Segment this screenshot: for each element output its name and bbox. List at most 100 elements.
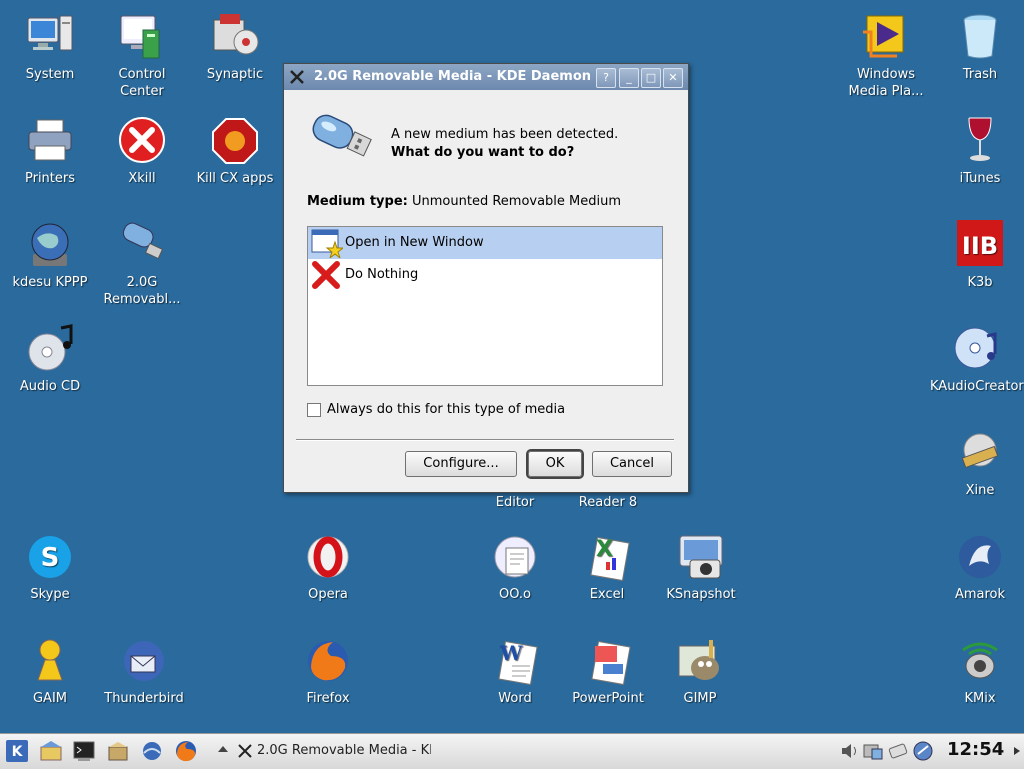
desktop-icon-opera[interactable]: Opera bbox=[282, 532, 374, 603]
usb-drive-icon bbox=[312, 114, 372, 157]
taskbar-task-removable-media[interactable]: 2.0G Removable Media - KDE bbox=[235, 737, 431, 765]
desktop-icon-label: KAudioCreator bbox=[930, 379, 1024, 394]
chevron-right-icon[interactable] bbox=[1013, 746, 1021, 756]
desktop-icon-removable[interactable]: 2.0G Removabl... bbox=[96, 220, 188, 308]
desktop-icon-word[interactable]: W Word bbox=[469, 636, 561, 707]
xkill-icon bbox=[119, 117, 165, 163]
desktop-icon-label: GAIM bbox=[32, 691, 68, 706]
firefox-icon[interactable] bbox=[174, 739, 198, 763]
taskbar: K 2.0G Removable Media - KDE 12:54 bbox=[0, 733, 1024, 769]
detected-message: A new medium has been detected. bbox=[391, 127, 619, 142]
computer-icon bbox=[27, 15, 73, 51]
desktop-icon-wmp[interactable]: Windows Media Pla... bbox=[840, 12, 932, 100]
eject-arrow-icon[interactable] bbox=[217, 745, 229, 755]
amarok-icon bbox=[959, 536, 1001, 578]
always-do-this-checkbox[interactable] bbox=[307, 402, 321, 417]
desktop-icon-xine[interactable]: Xine bbox=[934, 428, 1024, 499]
desktop-icon-gaim[interactable]: GAIM bbox=[4, 636, 96, 707]
desktop-icon-label: GIMP bbox=[683, 691, 717, 706]
terminal-icon[interactable] bbox=[72, 739, 96, 763]
desktop-icon-excel[interactable]: X Excel bbox=[561, 532, 653, 603]
desktop-icon-kaudiocreator[interactable]: KAudioCreator bbox=[930, 324, 1024, 395]
svg-text:K: K bbox=[12, 744, 24, 760]
kaudiocreator-icon bbox=[954, 327, 997, 369]
desktop-icon-label: Opera bbox=[308, 587, 348, 602]
thunderbird-icon bbox=[124, 641, 164, 681]
network-tray-icon[interactable] bbox=[887, 741, 909, 761]
desktop-icon-itunes[interactable]: iTunes bbox=[934, 116, 1024, 187]
list-item-do-nothing[interactable]: Do Nothing bbox=[308, 259, 662, 291]
x-window-icon bbox=[238, 744, 252, 758]
desktop-icon-label: Kill CX apps bbox=[196, 171, 274, 186]
always-do-this-row[interactable]: Always do this for this type of media bbox=[307, 402, 565, 417]
help-button[interactable]: ? bbox=[596, 68, 616, 88]
configure-button[interactable]: Configure... bbox=[405, 451, 517, 477]
x-window-icon bbox=[290, 70, 304, 84]
dialog-titlebar[interactable]: 2.0G Removable Media - KDE Daemon ? _ □ … bbox=[284, 64, 688, 90]
desktop-icon-audio-cd[interactable]: Audio CD bbox=[4, 324, 96, 395]
desktop-icon-label: Skype bbox=[30, 587, 70, 602]
desktop-icon-label: Control Center bbox=[118, 67, 166, 99]
desktop-icon-powerpoint[interactable]: PowerPoint bbox=[562, 636, 654, 707]
speaker-icon bbox=[962, 642, 998, 679]
medium-type-label: Medium type: bbox=[307, 194, 408, 209]
media-player-icon bbox=[863, 15, 904, 58]
desktop-icon-thunderbird[interactable]: Thunderbird bbox=[98, 636, 190, 707]
maximize-button[interactable]: □ bbox=[641, 68, 661, 88]
kde-menu-icon[interactable]: K bbox=[5, 739, 29, 763]
desktop-icon-label: OO.o bbox=[498, 587, 532, 602]
desktop-icon-k3b[interactable]: IIB K3b bbox=[934, 220, 1024, 291]
desktop-icon-amarok[interactable]: Amarok bbox=[934, 532, 1024, 603]
close-button[interactable]: ✕ bbox=[663, 68, 683, 88]
stop-sign-icon bbox=[212, 118, 258, 164]
taskbar-clock[interactable]: 12:54 bbox=[947, 739, 1004, 760]
desktop-icon-control-center[interactable]: Control Center bbox=[96, 12, 188, 100]
desktop-icon-ksnapshot[interactable]: KSnapshot bbox=[655, 532, 747, 603]
always-do-this-label: Always do this for this type of media bbox=[327, 402, 566, 417]
powerpoint-icon bbox=[591, 640, 631, 686]
volume-icon[interactable] bbox=[840, 741, 860, 761]
desktop-icon-label: Trash bbox=[962, 67, 998, 82]
desktop-icon-kill-cx[interactable]: Kill CX apps bbox=[189, 116, 281, 187]
desktop-icon-printers[interactable]: Printers bbox=[4, 116, 96, 187]
desktop-icon-firefox[interactable]: Firefox bbox=[282, 636, 374, 707]
desktop-icon-gimp[interactable]: GIMP bbox=[654, 636, 746, 707]
desktop-icon-system[interactable]: System bbox=[4, 12, 96, 83]
desktop-icon-kmix[interactable]: KMix bbox=[934, 636, 1024, 707]
desktop-icon-trash[interactable]: Trash bbox=[934, 12, 1024, 83]
removable-media-tray-icon[interactable] bbox=[862, 741, 884, 761]
openoffice-icon bbox=[494, 536, 536, 578]
desktop-icon-label: K3b bbox=[967, 275, 993, 290]
desktop-icon-xkill[interactable]: Xkill bbox=[96, 116, 188, 187]
package-icon[interactable] bbox=[106, 739, 130, 763]
excel-icon: X bbox=[590, 536, 630, 582]
svg-text:S: S bbox=[41, 543, 60, 573]
cancel-button[interactable]: Cancel bbox=[592, 451, 672, 477]
red-x-icon bbox=[312, 261, 340, 289]
desktop-icon-editor[interactable]: Editor bbox=[469, 494, 561, 511]
desktop-icon-skype[interactable]: S Skype bbox=[4, 532, 96, 603]
list-item-open-new-window[interactable]: Open in New Window bbox=[308, 227, 662, 259]
desktop-icon-reader8[interactable]: Reader 8 bbox=[562, 494, 654, 511]
action-list[interactable]: Open in New Window Do Nothing bbox=[307, 226, 663, 386]
gaim-icon bbox=[37, 639, 63, 681]
desktop-icon-label: KMix bbox=[964, 691, 996, 706]
gimp-icon bbox=[678, 640, 719, 680]
desktop-icon-label: Amarok bbox=[954, 587, 1006, 602]
camera-icon bbox=[679, 535, 723, 579]
desktop-icon-ooo[interactable]: OO.o bbox=[469, 532, 561, 603]
desktop-icon-label: Printers bbox=[24, 171, 76, 186]
desktop-icon-label: Word bbox=[498, 691, 532, 706]
desktop-icon-kdesu-kppp[interactable]: kdesu KPPP bbox=[4, 220, 96, 291]
desktop-icon-synaptic[interactable]: Synaptic bbox=[189, 12, 281, 83]
network-icon[interactable] bbox=[140, 739, 164, 763]
desktop-icon-label: Excel bbox=[589, 587, 625, 602]
list-item-label: Do Nothing bbox=[345, 267, 419, 282]
update-tray-icon[interactable] bbox=[912, 740, 934, 762]
desktop-icon-label: Audio CD bbox=[19, 379, 81, 394]
minimize-button[interactable]: _ bbox=[619, 68, 639, 88]
svg-text:W: W bbox=[499, 641, 523, 665]
ok-button[interactable]: OK bbox=[528, 451, 582, 477]
home-folder-icon[interactable] bbox=[39, 739, 63, 763]
desktop-icon-label: Firefox bbox=[306, 691, 350, 706]
